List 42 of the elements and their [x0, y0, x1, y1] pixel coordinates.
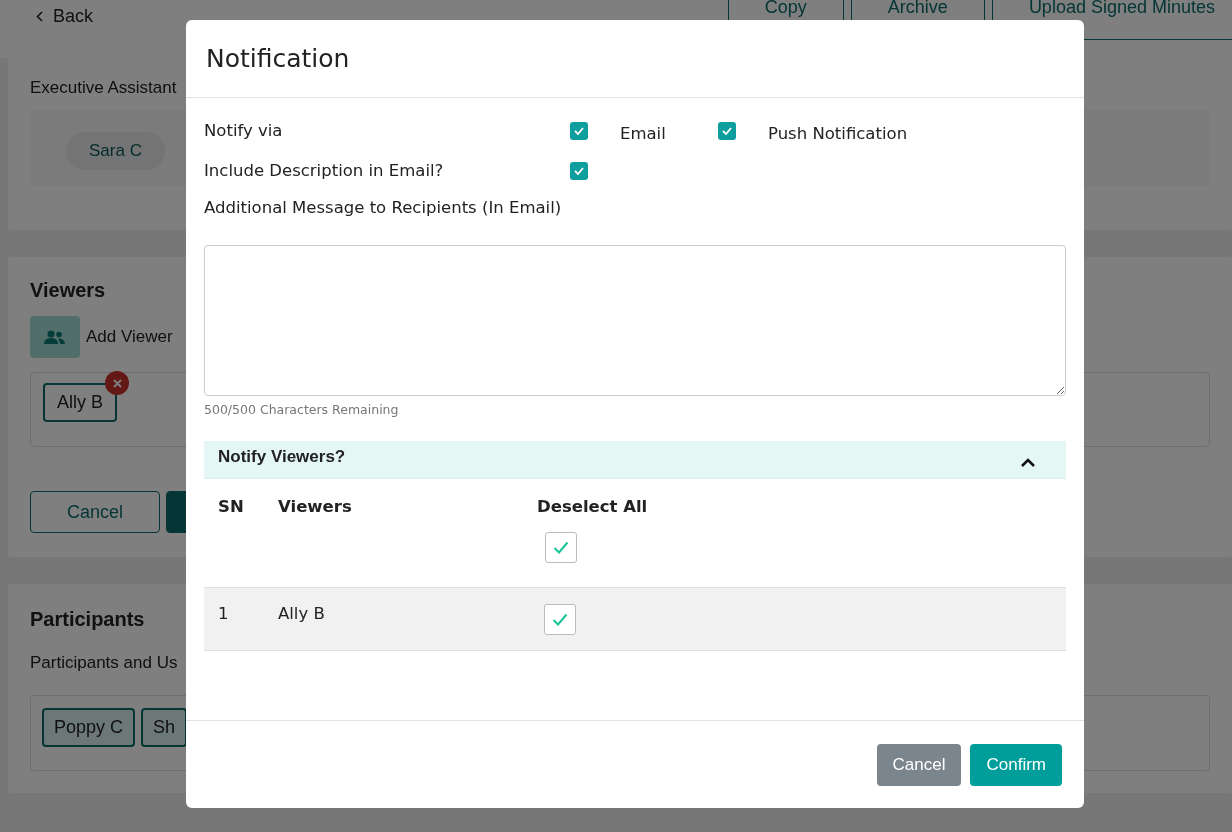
checkbox-label: Push Notification: [768, 124, 909, 143]
back-link[interactable]: Back: [36, 6, 94, 27]
person-chip: Sara C: [66, 132, 165, 170]
participant-chip: Sh: [141, 708, 188, 747]
character-counter: 500/500 Characters Remaining: [204, 402, 400, 417]
section-label: Executive Assistant: [30, 78, 177, 98]
check-icon: [553, 541, 569, 554]
column-header: Viewers: [278, 497, 352, 516]
remove-icon[interactable]: [105, 371, 129, 395]
checkbox-label: Email: [620, 124, 667, 143]
dialog-title: Notification: [206, 44, 350, 73]
section-title: Viewers: [30, 279, 106, 302]
chevron-left-icon: [36, 11, 43, 22]
add-viewer-label: Add Viewer: [86, 327, 173, 347]
back-label: Back: [53, 6, 94, 27]
checkbox[interactable]: [570, 161, 588, 180]
check-icon: [722, 126, 732, 135]
check-icon: [552, 613, 568, 626]
table-cell-text: 1: [218, 604, 229, 625]
chevron-up-icon: [1020, 457, 1036, 467]
row-checkbox[interactable]: [544, 604, 576, 635]
column-header: SN: [218, 497, 244, 516]
check-icon: [574, 126, 584, 135]
section-label: Participants and Us: [30, 653, 178, 673]
people-icon: [44, 330, 66, 344]
field-label: Additional Message to Recipients (In Email): [204, 198, 562, 217]
checkbox[interactable]: [570, 121, 588, 140]
option-label: Notify via: [204, 121, 284, 140]
participant-chip: Poppy C: [42, 708, 136, 747]
select-all-checkbox[interactable]: [545, 532, 577, 563]
check-icon: [574, 166, 584, 175]
table-cell-text: Ally B: [278, 604, 325, 625]
message-field[interactable]: [204, 245, 1066, 396]
checkbox[interactable]: [718, 121, 736, 140]
accordion-header[interactable]: Notify Viewers?: [204, 441, 1066, 479]
section-title: Participants: [30, 608, 145, 631]
option-label: Include Description in Email?: [204, 161, 445, 180]
add-viewer-button[interactable]: [30, 316, 80, 358]
confirm-button[interactable]: Confirm: [970, 743, 1062, 786]
column-header: Deselect All: [537, 497, 648, 516]
cancel-button[interactable]: Cancel: [30, 491, 160, 533]
cancel-button[interactable]: Cancel: [876, 743, 962, 786]
